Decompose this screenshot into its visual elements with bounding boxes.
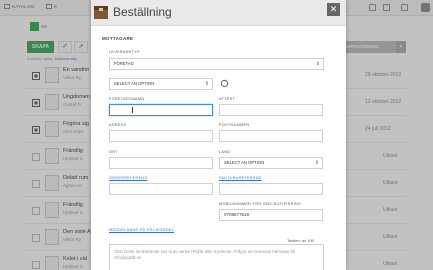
- box-icon: [94, 6, 108, 19]
- text-cursor: [132, 107, 133, 113]
- foljesedel-label[interactable]: MEDDELANDE PÅ FÖLJESEDEL: [109, 228, 174, 232]
- close-icon[interactable]: ✕: [327, 3, 340, 16]
- message-textarea[interactable]: Obs! Detta meddelande ses ej av varken P…: [109, 244, 324, 270]
- chevron-icon: ⇕: [315, 61, 320, 67]
- postnummer-label: POSTNUMMER: [219, 123, 250, 127]
- modal-title: Beställning: [113, 5, 172, 19]
- refresh-icon[interactable]: [220, 79, 229, 88]
- modal-header: Beställning ✕: [91, 0, 346, 26]
- foretagsnamn-input[interactable]: [109, 104, 213, 116]
- ort-input[interactable]: [109, 157, 213, 169]
- orderreferens-input[interactable]: [109, 183, 213, 195]
- land-label: LAND: [219, 150, 231, 154]
- leveranstyp-label: LEVERANSTYP: [109, 50, 140, 54]
- postnummer-input[interactable]: [219, 130, 323, 142]
- adress-label: ADRESS: [109, 123, 127, 127]
- char-counter: Tecken: av 100: [287, 238, 314, 243]
- attest-label: ATTEST: [219, 97, 236, 101]
- orderreferens-label[interactable]: ORDERREFERENS: [109, 176, 147, 180]
- adress-input[interactable]: [109, 130, 213, 142]
- chevron-icon: ⇕: [204, 81, 209, 87]
- fakturareferens-label[interactable]: FAKTURAREFERENS: [219, 176, 262, 180]
- chevron-icon: ⇕: [314, 160, 319, 166]
- mobil-label: MOBILNUMMER FÖR SMS-NOTIFIERING: [219, 202, 302, 206]
- fakturareferens-input[interactable]: [219, 183, 323, 195]
- mobil-input[interactable]: 0709677519: [219, 209, 323, 221]
- foretagsnamn-label: FÖRETAGSNAMN: [109, 97, 145, 101]
- option-select[interactable]: SELECT AN OPTION ⇕: [109, 78, 213, 90]
- section-mottagare: MOTTAGARE: [102, 36, 134, 41]
- attest-input[interactable]: [219, 104, 323, 116]
- ort-label: ORT: [109, 150, 118, 154]
- leveranstyp-select[interactable]: FÖRETAG ⇕: [109, 58, 324, 70]
- land-select[interactable]: SELECT AN OPTION ⇕: [219, 157, 323, 169]
- order-modal: Beställning ✕ MOTTAGARE LEVERANSTYP FÖRE…: [91, 0, 346, 270]
